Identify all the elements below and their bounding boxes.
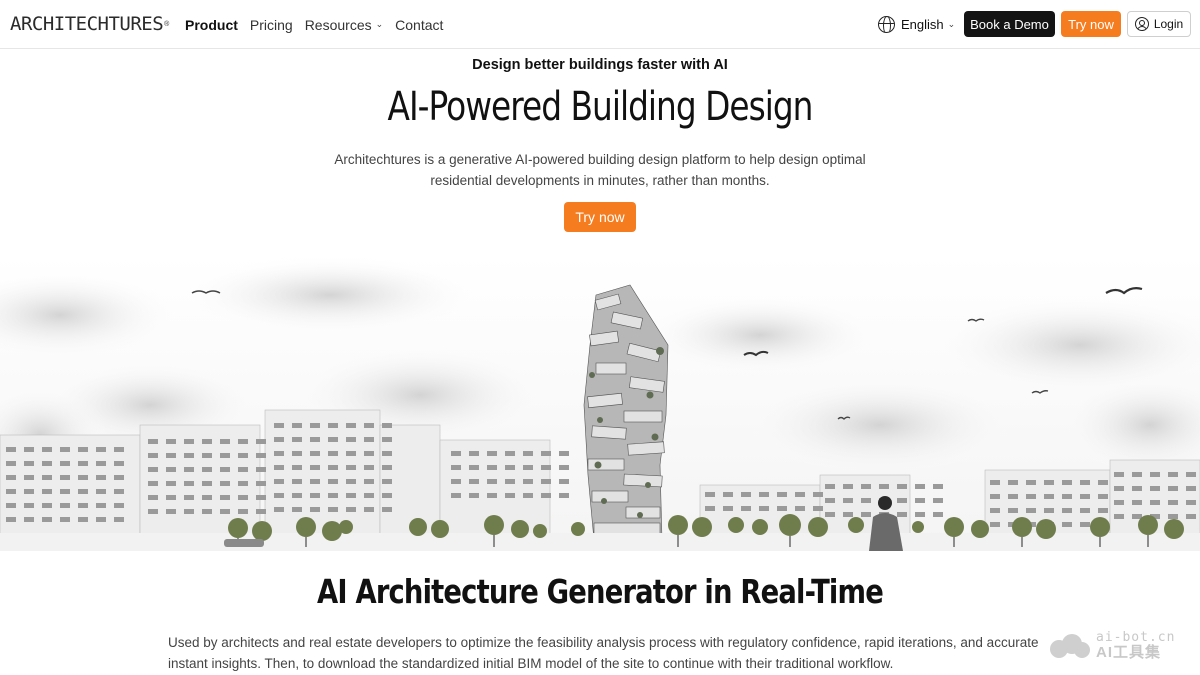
watermark-domain: ai-bot.cn <box>1096 630 1176 645</box>
nav-link-pricing[interactable]: Pricing <box>250 17 293 33</box>
hero-description: Architechtures is a generative AI-powere… <box>334 152 866 188</box>
user-icon <box>1134 17 1149 31</box>
logo-registered-mark: ® <box>164 20 170 28</box>
login-label: Login <box>1153 17 1184 31</box>
hero-title: AI-Powered Building Design <box>387 84 814 130</box>
logo-text: ARCHITECHTURES <box>10 13 164 35</box>
book-demo-button[interactable]: Book a Demo <box>964 11 1055 37</box>
section-description: Used by architects and real estate devel… <box>168 635 1039 671</box>
nav-link-product[interactable]: Product <box>185 17 238 33</box>
try-now-nav-button[interactable]: Try now <box>1061 11 1121 37</box>
nav-link-resources-label: Resources <box>304 16 372 33</box>
globe-icon <box>878 15 895 33</box>
top-navbar: ARCHITECHTURES ® Product Pricing Resource… <box>0 0 1200 49</box>
logo[interactable]: ARCHITECHTURES ® <box>10 9 170 39</box>
chevron-down-icon: ⌄ <box>375 19 384 29</box>
chevron-down-icon: ⌄ <box>947 18 956 29</box>
section-title: AI Architecture Generator in Real-Time <box>317 572 884 611</box>
city-scene-image <box>0 255 1200 551</box>
hero-try-now-button[interactable]: Try now <box>564 202 636 232</box>
language-label: English <box>901 16 944 32</box>
primary-nav: Product Pricing Resources ⌄ Contact <box>185 0 455 49</box>
nav-link-contact[interactable]: Contact <box>395 17 443 33</box>
watermark-logo-icon <box>1048 630 1092 660</box>
watermark: ai-bot.cn AI工具集 <box>1048 627 1188 663</box>
watermark-name: AI工具集 <box>1096 644 1162 661</box>
language-selector[interactable]: English ⌄ <box>878 14 955 34</box>
hero-eyebrow: Design better buildings faster with AI <box>472 57 728 73</box>
nav-link-resources[interactable]: Resources ⌄ <box>305 17 383 33</box>
hero-illustration <box>0 255 1200 551</box>
login-button[interactable]: Login <box>1127 11 1191 37</box>
